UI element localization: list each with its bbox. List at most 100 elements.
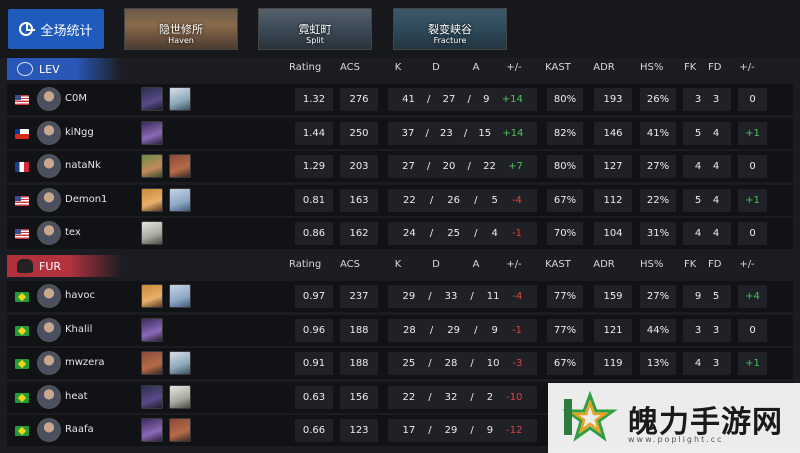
plus-minus-value: -1 bbox=[511, 228, 522, 239]
phoenix-agent-icon bbox=[141, 187, 163, 212]
overall-stats-button[interactable]: 全场统计 bbox=[8, 9, 104, 49]
jett-agent-icon bbox=[169, 187, 191, 212]
separator: / bbox=[428, 358, 432, 369]
map-tab-fracture[interactable]: 裂变峡谷 Fracture bbox=[393, 8, 507, 50]
map-tab-split[interactable]: 霓虹町 Split bbox=[258, 8, 372, 50]
player-name[interactable]: C0M bbox=[65, 93, 87, 104]
first-kill-death-values: 43 bbox=[683, 352, 731, 375]
first-kills-value: 4 bbox=[694, 358, 702, 369]
omen-agent-icon bbox=[141, 384, 163, 409]
kills-value: 37 bbox=[401, 127, 415, 139]
first-kill-death-values: 44 bbox=[683, 222, 731, 245]
player-name[interactable]: kiNgg bbox=[65, 127, 94, 138]
kast-value: 67% bbox=[547, 352, 583, 375]
cypher-agent-icon bbox=[169, 384, 191, 409]
player-row[interactable]: Demon1 0.81 163 22/26/5 -4 67% 112 22% 5 4 +1 bbox=[7, 184, 793, 216]
assists-value: 9 bbox=[491, 324, 498, 336]
team-header-lev: LEV Rating ACS K D A +/- KAST ADR HS% FK FD +/- bbox=[0, 58, 800, 80]
adr-value: 159 bbox=[594, 285, 632, 308]
player-name[interactable]: heat bbox=[65, 391, 88, 402]
first-plus-minus-value: +1 bbox=[738, 188, 767, 212]
player-avatar bbox=[37, 284, 61, 308]
first-deaths-value: 3 bbox=[712, 324, 720, 336]
player-row[interactable]: havoc 0.97 237 29 / 33 / 11 -4 77% 159 27% 9 5 +4 bbox=[7, 281, 793, 312]
kills-value: 24 bbox=[403, 228, 416, 239]
kills-value: 25 bbox=[402, 358, 416, 369]
column-header-kast: KAST bbox=[545, 62, 571, 73]
watermark-star-logo bbox=[562, 390, 618, 442]
acs-value: 237 bbox=[340, 285, 378, 308]
country-flag-icon bbox=[15, 95, 29, 105]
kast-value: 70% bbox=[547, 222, 583, 245]
plus-minus-value: +7 bbox=[508, 161, 523, 172]
kda-values: 29 / 33 / 11 -4 bbox=[388, 285, 537, 308]
player-row[interactable]: tex 0.86 162 24/25/4 -1 70% 104 31% 4 4 0 bbox=[7, 218, 793, 249]
adr-value: 112 bbox=[594, 188, 632, 212]
separator: / bbox=[428, 291, 432, 302]
player-name[interactable]: tex bbox=[65, 227, 81, 238]
first-kills-value: 3 bbox=[694, 324, 702, 336]
player-name[interactable]: Khalil bbox=[65, 324, 92, 335]
cypher-agent-icon bbox=[141, 221, 163, 245]
country-flag-icon bbox=[15, 325, 29, 336]
player-row[interactable]: nataNk 1.29 203 27 / 20 / 22 +7 80% 127 27% 4 4 0 bbox=[7, 151, 793, 182]
first-plus-minus-value: 0 bbox=[738, 318, 767, 342]
deaths-value: 23 bbox=[440, 127, 453, 139]
first-kill-death-values: 44 bbox=[683, 155, 731, 178]
deaths-value: 25 bbox=[447, 228, 460, 239]
separator: / bbox=[429, 228, 434, 239]
kast-value: 67% bbox=[547, 188, 583, 212]
kills-value: 22 bbox=[402, 391, 416, 403]
headshot-value: 27% bbox=[640, 285, 676, 308]
player-name[interactable]: nataNk bbox=[65, 160, 101, 171]
acs-value: 203 bbox=[340, 155, 378, 178]
map-name-cn: 霓虹町 bbox=[298, 23, 332, 36]
reyna-agent-icon bbox=[141, 317, 163, 342]
kast-value: 80% bbox=[547, 88, 583, 111]
column-header-fk: FK bbox=[684, 259, 697, 270]
column-header-a: A bbox=[472, 259, 480, 270]
player-row[interactable]: Khalil 0.96 188 28 / 29 / 9 -1 77% 121 44% 3 3 0 bbox=[7, 314, 793, 346]
assists-value: 4 bbox=[491, 228, 498, 239]
column-header-d: D bbox=[432, 259, 440, 270]
assists-value: 9 bbox=[483, 94, 490, 105]
first-kill-death-values: 33 bbox=[683, 318, 731, 342]
player-name[interactable]: havoc bbox=[65, 290, 95, 301]
adr-value: 119 bbox=[594, 352, 632, 375]
map-tab-haven[interactable]: 隐世修所 Haven bbox=[124, 8, 238, 50]
adr-value: 146 bbox=[594, 121, 632, 145]
plus-minus-value: +14 bbox=[501, 94, 523, 105]
deaths-value: 28 bbox=[444, 358, 458, 369]
separator: / bbox=[470, 291, 474, 302]
kills-value: 17 bbox=[402, 425, 416, 436]
map-name-en: Split bbox=[306, 36, 324, 45]
plus-minus-value: +14 bbox=[502, 127, 524, 139]
player-name[interactable]: Raafa bbox=[65, 424, 94, 435]
player-name[interactable]: Demon1 bbox=[65, 194, 107, 205]
player-avatar bbox=[37, 221, 61, 245]
column-header-a: A bbox=[472, 62, 480, 73]
overall-stats-label: 全场统计 bbox=[40, 23, 93, 39]
column-header-k: K bbox=[394, 259, 402, 270]
acs-value: 123 bbox=[340, 419, 378, 442]
player-row[interactable]: mwzera 0.91 188 25 / 28 / 10 -3 67% 119 13% 4 3 +1 bbox=[7, 348, 793, 379]
player-row[interactable]: kiNgg 1.44 250 37 / 23 / 15 +14 82% 146 41% 5 4 +1 bbox=[7, 117, 793, 149]
first-deaths-value: 5 bbox=[712, 291, 720, 302]
headshot-value: 27% bbox=[640, 155, 676, 178]
column-header-fd: FD bbox=[708, 259, 722, 270]
separator: / bbox=[427, 161, 431, 172]
headshot-value: 44% bbox=[640, 318, 676, 342]
player-name[interactable]: mwzera bbox=[65, 357, 105, 368]
kda-values: 37 / 23 / 15 +14 bbox=[388, 121, 537, 145]
first-deaths-value: 4 bbox=[712, 127, 720, 139]
player-row[interactable]: C0M 1.32 276 41 / 27 / 9 +14 80% 193 26% 3 3 0 bbox=[7, 84, 793, 115]
plus-minus-value: -4 bbox=[512, 291, 523, 302]
column-header-rating: Rating bbox=[289, 62, 322, 73]
rating-value: 0.66 bbox=[295, 419, 333, 442]
first-deaths-value: 3 bbox=[712, 94, 720, 105]
assists-value: 2 bbox=[486, 391, 494, 403]
kda-values: 22 / 32 / 2 -10 bbox=[388, 385, 537, 409]
column-header-acs: ACS bbox=[340, 259, 360, 270]
acs-value: 276 bbox=[340, 88, 378, 111]
country-flag-icon bbox=[15, 392, 29, 403]
